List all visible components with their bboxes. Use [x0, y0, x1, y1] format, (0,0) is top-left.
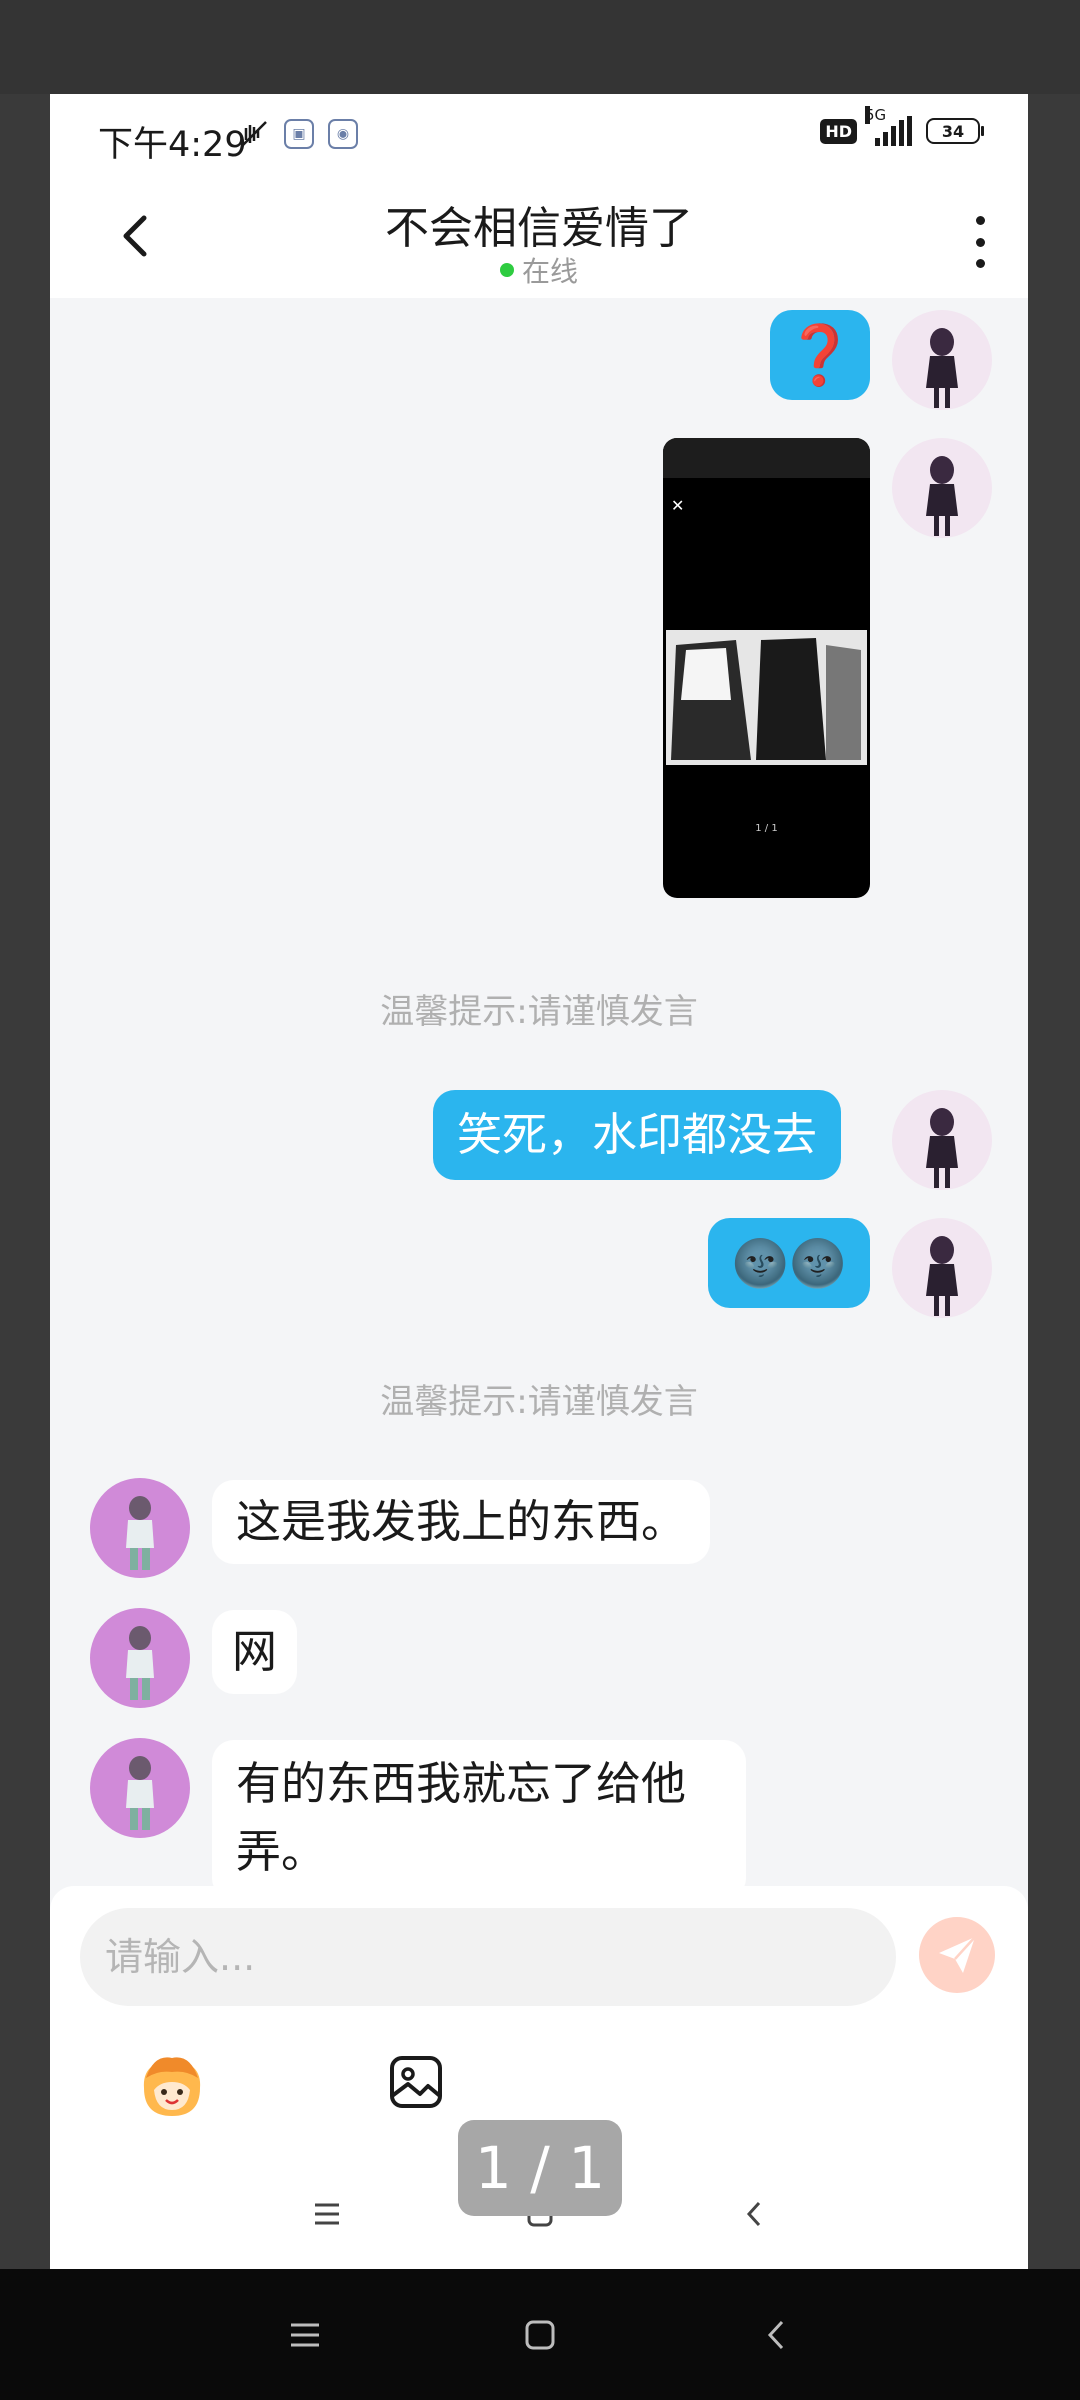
more-vertical-icon[interactable] — [972, 216, 988, 268]
presence-label: 在线 — [521, 255, 578, 288]
avatar-contact[interactable] — [90, 1478, 190, 1578]
menu-icon[interactable] — [275, 2310, 335, 2360]
mute-vibrate-icon — [241, 121, 267, 147]
menu-icon — [297, 2194, 357, 2234]
status-icons-left: ▣ ◉ — [238, 118, 358, 150]
message-text: 笑死，水印都没去 — [457, 1108, 818, 1161]
avatar-self[interactable] — [892, 310, 992, 410]
system-tip: 温馨提示:请谨慎发言 — [380, 1382, 698, 1422]
message-text: 这是我发我上的东西。 — [236, 1495, 687, 1548]
page-indicator: 1 / 1 — [458, 2120, 622, 2216]
right-margin — [1028, 94, 1080, 2269]
battery-level: 34 — [941, 121, 965, 141]
message-text: 网 — [232, 1625, 278, 1678]
status-bar: 下午4:29 ▣ ◉ HD 5G 34 — [50, 94, 1028, 180]
status-time: 下午4:29 — [98, 125, 247, 165]
avatar-self[interactable] — [892, 1218, 992, 1318]
message-bubble-outgoing[interactable]: 笑死，水印都没去 — [433, 1090, 842, 1180]
system-tip: 温馨提示:请谨慎发言 — [380, 992, 698, 1032]
message-bubble-incoming[interactable]: 有的东西我就忘了给他弄。 — [212, 1740, 746, 1900]
hd-badge: HD — [820, 118, 857, 144]
chat-header: 不会相信爱情了 在线 — [50, 180, 1028, 298]
image-preview-topbar — [663, 438, 870, 478]
top-margin — [0, 0, 1080, 94]
online-dot-icon — [499, 263, 514, 277]
message-bubble-incoming[interactable]: 网 — [212, 1610, 298, 1694]
avatar-contact[interactable] — [90, 1738, 190, 1838]
signal-icon: 5G — [865, 106, 912, 146]
image-message[interactable]: ✕ 1 / 1 — [663, 438, 870, 898]
back-icon — [725, 2194, 785, 2234]
presence-status: 在线 — [50, 250, 1028, 290]
chat-title: 不会相信爱情了 — [385, 203, 693, 254]
emoji-face-icon[interactable] — [134, 2048, 210, 2124]
message-bubble-outgoing[interactable]: ❓ — [770, 310, 870, 400]
message-bubble-outgoing[interactable]: 🌚🌚 — [708, 1218, 870, 1308]
avatar-contact[interactable] — [90, 1608, 190, 1708]
message-input[interactable] — [80, 1908, 896, 2006]
back-icon[interactable] — [747, 2310, 807, 2360]
app-notification-icon-2: ◉ — [328, 119, 358, 149]
image-icon[interactable] — [386, 2052, 446, 2112]
image-page-indicator: 1 / 1 — [755, 823, 778, 834]
close-icon: ✕ — [671, 496, 685, 515]
question-mark-emoji: ❓ — [783, 320, 857, 389]
photo-thumbnail — [666, 630, 867, 765]
battery-icon: 34 — [926, 118, 984, 144]
status-icons-right: HD 5G 34 — [820, 106, 984, 146]
message-bubble-incoming[interactable]: 这是我发我上的东西。 — [212, 1480, 711, 1564]
send-icon — [939, 1936, 976, 1973]
message-text: 有的东西我就忘了给他弄。 — [236, 1757, 687, 1878]
network-type: 5G — [865, 106, 887, 124]
app-notification-icon: ▣ — [284, 119, 314, 149]
home-icon[interactable] — [510, 2310, 570, 2360]
moon-face-emoji: 🌚🌚 — [731, 1236, 847, 1290]
chat-screen: 下午4:29 ▣ ◉ HD 5G 34 不会相信爱情了 在线 ❓ ✕ 1 / 1… — [50, 94, 1028, 2269]
send-button[interactable] — [919, 1917, 995, 1993]
avatar-self[interactable] — [892, 438, 992, 538]
avatar-self[interactable] — [892, 1090, 992, 1190]
left-margin — [0, 94, 50, 2269]
